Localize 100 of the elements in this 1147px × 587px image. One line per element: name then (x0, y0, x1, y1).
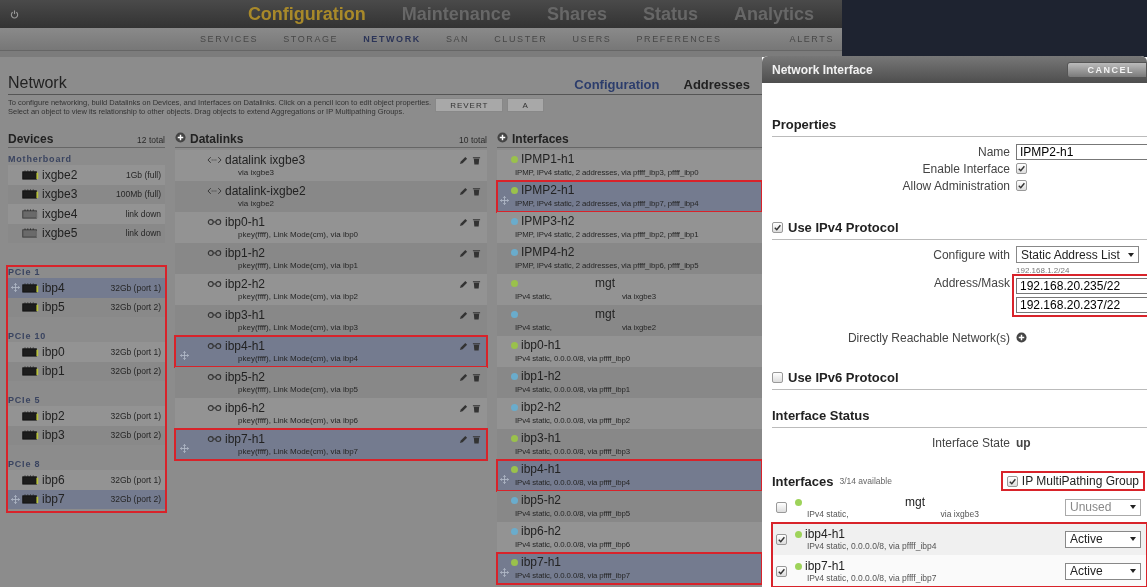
interface-detail: IPv4 static, 0.0.0.0/8, via pffff_ibp7 (807, 572, 937, 583)
move-icon[interactable] (500, 475, 509, 484)
datalink-row[interactable]: ibp6-h2 pkey(ffff), Link Mode(cm), via ibp6 (175, 398, 487, 429)
cancel-button[interactable]: CANCEL (1066, 61, 1147, 78)
move-icon[interactable] (11, 283, 20, 293)
trash-icon[interactable] (472, 342, 481, 351)
view-tab[interactable]: Addresses (671, 77, 762, 92)
pencil-icon[interactable] (459, 311, 468, 320)
group-label: PCIe 5 (8, 395, 42, 405)
toolbar-button[interactable]: A (507, 98, 544, 112)
move-icon[interactable] (11, 494, 20, 504)
device-row[interactable]: ixgbe2 1Gb (full) (8, 165, 165, 185)
caret-icon (1130, 505, 1136, 509)
move-icon[interactable] (180, 351, 189, 360)
checkbox[interactable] (772, 222, 783, 233)
power-icon[interactable] (10, 9, 19, 19)
nav-tab[interactable]: Configuration (229, 3, 384, 25)
device-name: ibp3 (42, 428, 65, 443)
pencil-icon[interactable] (459, 249, 468, 258)
device-name: ixgbe5 (42, 226, 78, 241)
datalink-name: ibp1-h2 (225, 247, 267, 260)
datalink-row[interactable]: ibp3-h1 pkey(ffff), Link Mode(cm), via ibp3 (175, 305, 487, 336)
subnav-tab[interactable]: USERS (572, 34, 612, 44)
subnav-tab[interactable]: SAN (445, 34, 470, 44)
datalink-row[interactable]: datalink ixgbe3 via ixgbe3 (175, 150, 487, 181)
datalink-row[interactable]: ibp2-h2 pkey(ffff), Link Mode(cm), via ibp2 (175, 274, 487, 305)
toolbar-button[interactable]: REVERT (435, 98, 504, 112)
group-label: Motherboard (8, 154, 73, 164)
trash-icon[interactable] (472, 218, 481, 227)
datalink-row[interactable]: datalink-ixgbe2 via ixgbe2 (175, 181, 487, 212)
checkbox[interactable] (772, 372, 783, 383)
move-icon[interactable] (180, 444, 189, 453)
configure-dropdown[interactable]: Static Address List (1016, 246, 1139, 263)
device-row[interactable]: ibp2 32Gb (port 1) (8, 406, 165, 426)
pencil-icon[interactable] (459, 218, 468, 227)
datalink-row[interactable]: ibp1-h2 pkey(ffff), Link Mode(cm), via ibp1 (175, 243, 487, 274)
subnav-tab[interactable]: SERVICES (200, 34, 259, 44)
move-icon[interactable] (500, 568, 509, 577)
datalink-row[interactable]: ibp5-h2 pkey(ffff), Link Mode(cm), via ibp5 (175, 367, 487, 398)
datalink-row[interactable]: ibp7-h1 pkey(ffff), Link Mode(cm), via ibp7 (175, 429, 487, 460)
network-card-icon (22, 169, 39, 180)
checkbox[interactable] (776, 533, 787, 545)
pencil-icon[interactable] (459, 156, 468, 165)
datalink-detail: pkey(ffff), Link Mode(cm), via ibp1 (238, 260, 359, 271)
address-field[interactable]: 192.168.20.237/22 (1016, 297, 1147, 313)
device-row[interactable]: ibp6 32Gb (port 1) (8, 470, 165, 490)
checkbox[interactable] (776, 501, 787, 513)
role-dropdown[interactable]: Active (1065, 562, 1141, 580)
address-field[interactable]: 192.168.20.235/22 (1016, 278, 1147, 294)
datalink-row[interactable]: ibp4-h1 pkey(ffff), Link Mode(cm), via ibp4 (175, 336, 487, 367)
datalink-row[interactable]: ibp0-h1 pkey(ffff), Link Mode(cm), via ibp0 (175, 212, 487, 243)
interface-name: IPMP2-h1 (521, 184, 575, 197)
field-label: Directly Reachable Network(s) (846, 330, 1010, 345)
add-icon[interactable] (497, 132, 508, 143)
trash-icon[interactable] (472, 280, 481, 289)
interface-name: ibp4-h1 (805, 527, 846, 541)
network-card-icon (22, 366, 39, 377)
device-name: ibp1 (42, 364, 65, 379)
name-field[interactable]: IPMP2-h1 (1016, 143, 1147, 160)
subnav-tab[interactable]: NETWORK (363, 34, 421, 44)
trash-icon[interactable] (472, 249, 481, 258)
trash-icon[interactable] (472, 311, 481, 320)
trash-icon[interactable] (472, 187, 481, 196)
device-name: ixgbe3 (42, 187, 78, 202)
trash-icon[interactable] (472, 373, 481, 382)
checkbox[interactable] (776, 565, 787, 577)
trash-icon[interactable] (472, 156, 481, 165)
role-dropdown[interactable]: Unused (1065, 498, 1141, 516)
network-card-icon (22, 474, 39, 485)
pencil-icon[interactable] (459, 280, 468, 289)
device-speed: 32Gb (port 2) (110, 430, 161, 441)
device-row[interactable]: ibp4 32Gb (port 1) (8, 278, 165, 298)
device-row[interactable]: ibp7 32Gb (port 2) (8, 489, 165, 509)
subnav-tab[interactable]: ALERTS (789, 34, 834, 44)
pencil-icon[interactable] (459, 342, 468, 351)
view-tab[interactable]: Configuration (562, 77, 672, 92)
pencil-icon[interactable] (459, 187, 468, 196)
datalink-detail: via ixgbe3 (238, 167, 276, 178)
checkbox[interactable] (1016, 163, 1027, 174)
datalink-detail: pkey(ffff), Link Mode(cm), via ibp5 (238, 384, 359, 395)
subnav-tab[interactable]: CLUSTER (494, 34, 548, 44)
move-icon[interactable] (500, 196, 509, 205)
device-row[interactable]: ixgbe4 link down (8, 204, 165, 224)
trash-icon[interactable] (472, 435, 481, 444)
subnav-tab[interactable]: PREFERENCES (636, 34, 722, 44)
double-arrow-icon (207, 187, 222, 195)
caret-icon (1130, 569, 1136, 573)
add-icon[interactable] (175, 132, 186, 143)
pencil-icon[interactable] (459, 373, 468, 382)
device-row[interactable]: ibp0 32Gb (port 1) (8, 342, 165, 362)
trash-icon[interactable] (472, 404, 481, 413)
pencil-icon[interactable] (459, 404, 468, 413)
subnav-tab[interactable]: STORAGE (283, 34, 339, 44)
interface-name: ibp2-h2 (521, 401, 562, 414)
pencil-icon[interactable] (459, 435, 468, 444)
group-label: PCIe 10 (8, 331, 48, 341)
add-icon[interactable] (1016, 332, 1027, 343)
checkbox[interactable] (1006, 475, 1018, 487)
checkbox[interactable] (1016, 180, 1027, 191)
role-dropdown[interactable]: Active (1065, 530, 1141, 548)
